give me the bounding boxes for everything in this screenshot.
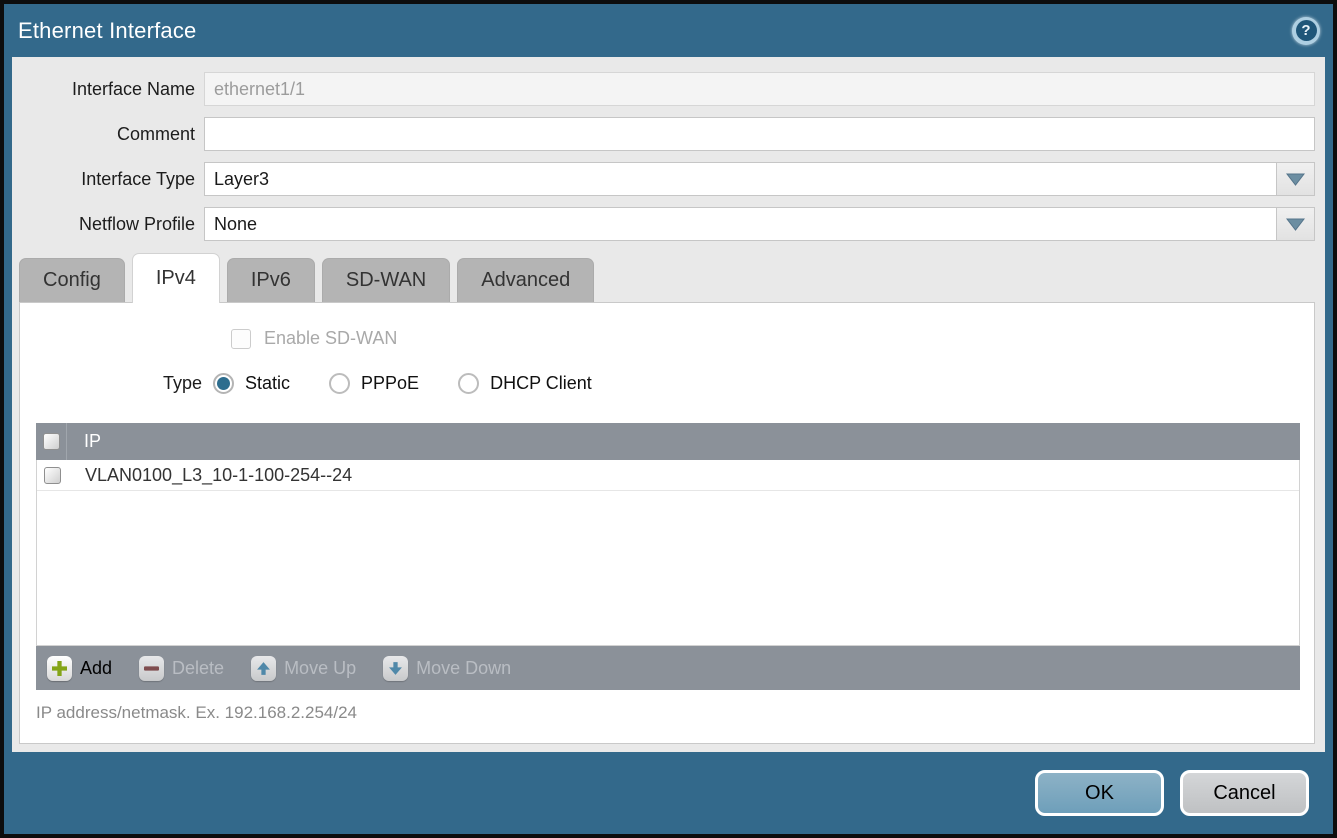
tab-config[interactable]: Config: [19, 258, 125, 302]
interface-type-dropdown-button[interactable]: [1277, 162, 1315, 196]
netflow-profile-select: None: [204, 207, 1315, 241]
radio-static-label: Static: [245, 373, 290, 394]
comment-field[interactable]: [204, 117, 1315, 151]
cancel-button[interactable]: Cancel: [1180, 770, 1309, 816]
ip-table-toolbar: Add Delete Move Up: [36, 646, 1300, 690]
enable-sdwan-checkbox[interactable]: [231, 329, 251, 349]
tab-sd-wan[interactable]: SD-WAN: [322, 258, 450, 302]
add-button[interactable]: Add: [47, 656, 112, 681]
type-label: Type: [20, 373, 213, 394]
radio-pppoe[interactable]: PPPoE: [329, 373, 419, 394]
dialog-footer: OK Cancel: [4, 752, 1333, 834]
table-row[interactable]: VLAN0100_L3_10-1-100-254--24: [37, 460, 1299, 491]
ipv4-panel: Enable SD-WAN Type Static PPPoE DHCP Cli…: [19, 302, 1315, 744]
arrow-up-icon: [251, 656, 276, 681]
tab-advanced[interactable]: Advanced: [457, 258, 594, 302]
select-all-checkbox[interactable]: [43, 433, 60, 450]
header-checkbox-cell: [36, 423, 67, 460]
form-row-interface-name: Interface Name: [12, 72, 1315, 106]
move-up-button-label: Move Up: [284, 658, 356, 679]
dialog-title: Ethernet Interface: [18, 18, 196, 44]
titlebar: Ethernet Interface ?: [4, 4, 1333, 57]
minus-icon: [139, 656, 164, 681]
move-down-button[interactable]: Move Down: [383, 656, 511, 681]
comment-label: Comment: [12, 124, 204, 145]
delete-button-label: Delete: [172, 658, 224, 679]
ip-table-body: VLAN0100_L3_10-1-100-254--24: [36, 460, 1300, 646]
interface-type-label: Interface Type: [12, 169, 204, 190]
interface-name-field[interactable]: [204, 72, 1315, 106]
radio-pppoe-label: PPPoE: [361, 373, 419, 394]
radio-icon: [329, 373, 350, 394]
row-checkbox[interactable]: [44, 467, 61, 484]
radio-icon: [213, 373, 234, 394]
radio-dhcp-client[interactable]: DHCP Client: [458, 373, 592, 394]
enable-sdwan-label: Enable SD-WAN: [264, 328, 397, 349]
interface-type-select: Layer3: [204, 162, 1315, 196]
tab-ipv6[interactable]: IPv6: [227, 258, 315, 302]
row-checkbox-cell: [37, 460, 68, 490]
netflow-profile-label: Netflow Profile: [12, 214, 204, 235]
form-row-interface-type: Interface Type Layer3: [12, 162, 1315, 196]
delete-button[interactable]: Delete: [139, 656, 224, 681]
type-row: Type Static PPPoE DHCP Client: [20, 373, 1314, 394]
add-button-label: Add: [80, 658, 112, 679]
ip-table-header: IP: [36, 423, 1300, 460]
form-row-comment: Comment: [12, 117, 1315, 151]
tab-ipv4[interactable]: IPv4: [132, 253, 220, 303]
interface-name-label: Interface Name: [12, 79, 204, 100]
chevron-down-icon: [1286, 218, 1305, 231]
netflow-profile-value[interactable]: None: [204, 207, 1277, 241]
netflow-profile-dropdown-button[interactable]: [1277, 207, 1315, 241]
arrow-down-icon: [383, 656, 408, 681]
column-header-ip: IP: [67, 431, 101, 452]
chevron-down-icon: [1286, 173, 1305, 186]
radio-icon: [458, 373, 479, 394]
ip-table: IP VLAN0100_L3_10-1-100-254--24: [36, 423, 1300, 690]
help-icon-glyph: ?: [1296, 20, 1317, 41]
help-icon[interactable]: ?: [1292, 17, 1320, 45]
row-ip-value: VLAN0100_L3_10-1-100-254--24: [68, 465, 352, 486]
form-row-netflow-profile: Netflow Profile None: [12, 207, 1315, 241]
ethernet-interface-dialog: Ethernet Interface ? Interface Name Comm…: [0, 0, 1337, 838]
radio-static[interactable]: Static: [213, 373, 290, 394]
move-up-button[interactable]: Move Up: [251, 656, 356, 681]
dialog-content: Interface Name Comment Interface Type La…: [12, 57, 1325, 752]
ip-format-hint: IP address/netmask. Ex. 192.168.2.254/24: [36, 703, 1314, 723]
radio-dhcp-client-label: DHCP Client: [490, 373, 592, 394]
ok-button[interactable]: OK: [1035, 770, 1164, 816]
tab-bar: Config IPv4 IPv6 SD-WAN Advanced: [12, 252, 1325, 302]
enable-sdwan-row: Enable SD-WAN: [231, 328, 1314, 349]
move-down-button-label: Move Down: [416, 658, 511, 679]
interface-type-value[interactable]: Layer3: [204, 162, 1277, 196]
plus-icon: [47, 656, 72, 681]
